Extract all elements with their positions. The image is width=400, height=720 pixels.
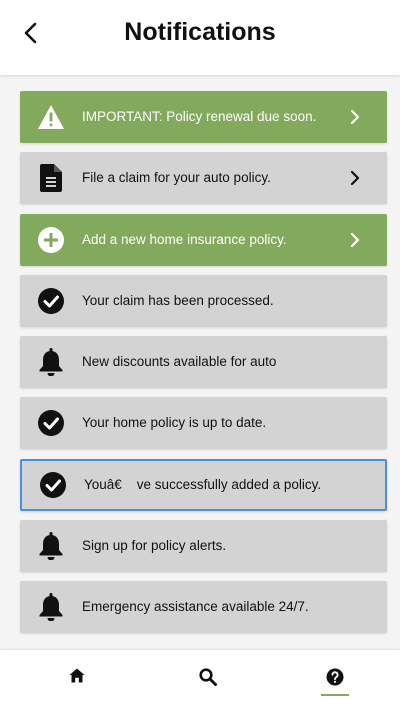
plus-circle-icon [38,226,64,253]
notification-add-home-policy[interactable]: Add a new home insurance policy. [20,213,387,266]
notification-label: New discounts available for auto [82,354,277,370]
chevron-right-icon [350,109,360,125]
notification-label: Your claim has been processed. [82,292,274,308]
notification-policy-added[interactable]: Youâ€ ve successfully added a policy. [20,458,387,511]
chevron-right-icon [350,171,360,186]
notification-list: IMPORTANT: Policy renewal due soon. File… [20,91,387,643]
nav-search-button[interactable] [190,668,226,702]
active-tab-indicator [321,694,349,696]
nav-help-button[interactable] [317,668,353,702]
notification-label: Sign up for policy alerts. [82,538,227,554]
notification-label: Youâ€ ve successfully added a policy. [84,476,322,492]
bottom-nav [0,650,400,720]
notification-label: File a claim for your auto policy. [82,170,271,186]
warning-icon [38,105,64,129]
chevron-right-icon [350,232,360,247]
bell-icon [39,593,63,622]
document-icon [40,164,62,193]
check-circle-icon [38,410,64,437]
help-icon [326,668,344,686]
page-title: Notifications [124,18,276,46]
notification-file-claim[interactable]: File a claim for your auto policy. [20,152,387,205]
nav-home-button[interactable] [59,668,95,702]
notification-claim-processed[interactable]: Your claim has been processed. [20,274,387,327]
notification-policy-alerts-signup[interactable]: Sign up for policy alerts. [20,520,387,573]
home-icon [69,668,85,683]
search-icon [199,668,217,686]
check-circle-icon [38,287,64,314]
notification-label: IMPORTANT: Policy renewal due soon. [82,109,317,124]
notification-label: Emergency assistance available 24/7. [82,599,309,615]
bell-icon [39,532,63,561]
notification-policy-renewal[interactable]: IMPORTANT: Policy renewal due soon. [20,91,387,143]
notification-new-discounts[interactable]: New discounts available for auto [20,336,387,389]
check-circle-icon [40,471,66,498]
bell-icon [39,348,63,377]
header-bar: Notifications [0,0,400,75]
notification-emergency-assistance[interactable]: Emergency assistance available 24/7. [20,581,387,634]
notification-home-policy-up-to-date[interactable]: Your home policy is up to date. [20,397,387,450]
notification-label: Add a new home insurance policy. [82,231,287,247]
notification-label: Your home policy is up to date. [82,415,267,431]
